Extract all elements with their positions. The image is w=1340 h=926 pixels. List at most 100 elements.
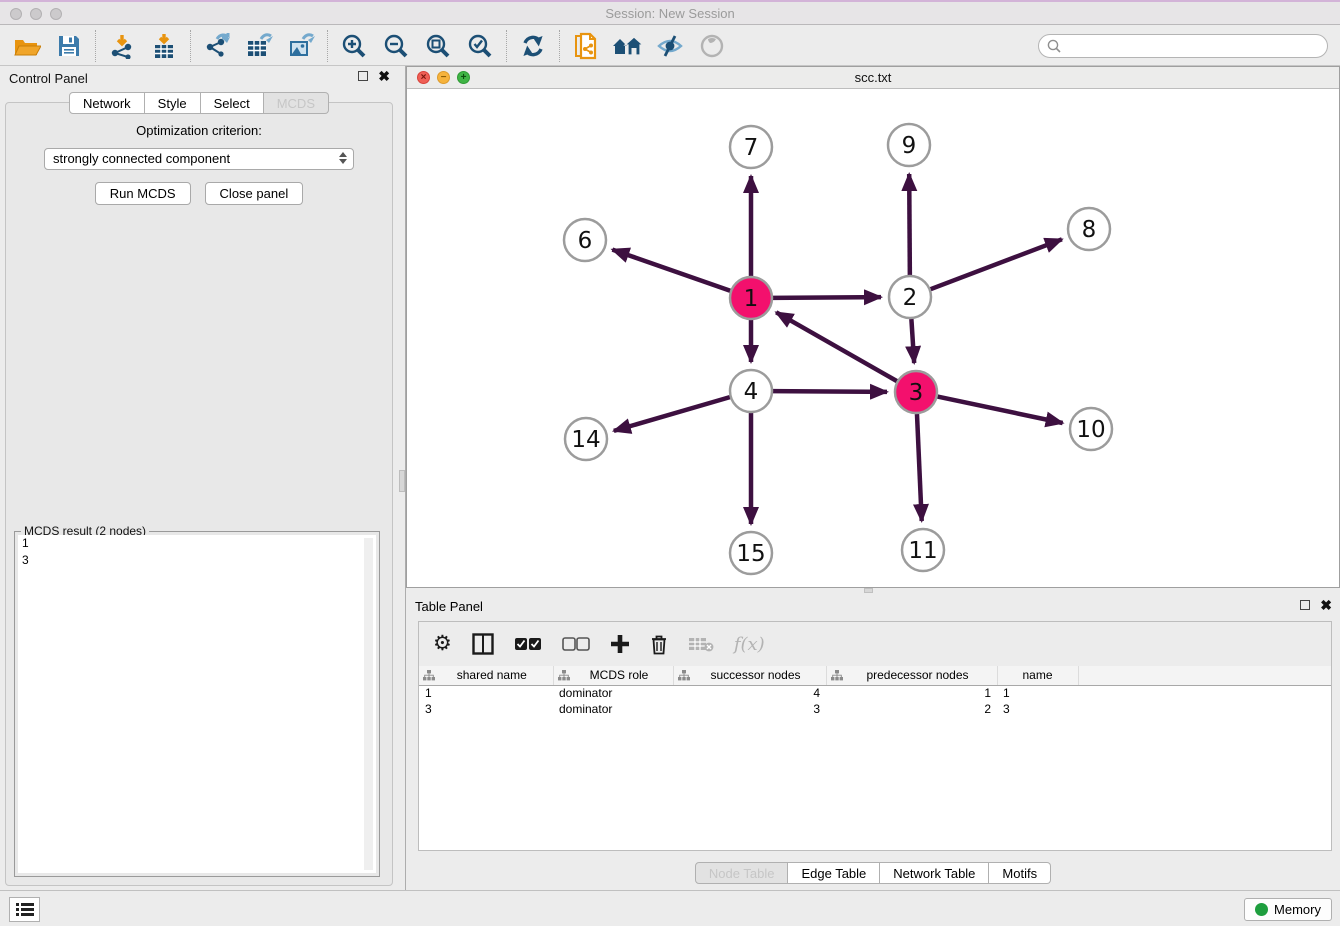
refresh-button[interactable] xyxy=(512,28,554,64)
graph-edge-3-1[interactable] xyxy=(776,312,897,381)
mcds-result-textarea[interactable]: 1 3 xyxy=(18,535,376,873)
graph-edge-2-8[interactable] xyxy=(931,239,1062,289)
checked-boxes-icon xyxy=(514,637,542,651)
graph-node-4[interactable]: 4 xyxy=(730,370,772,412)
tab-mcds[interactable]: MCDS xyxy=(264,92,329,114)
hide-selected-button[interactable] xyxy=(649,28,691,64)
task-history-button[interactable] xyxy=(9,897,40,922)
column-header-mcds-role[interactable]: MCDS role xyxy=(553,666,673,685)
graph-edge-1-2[interactable] xyxy=(773,297,881,298)
graph-node-10[interactable]: 10 xyxy=(1070,408,1112,450)
cell-name[interactable]: 1 xyxy=(997,685,1078,701)
float-panel-icon[interactable] xyxy=(1300,600,1310,610)
cell-predecessor-nodes[interactable]: 1 xyxy=(826,685,997,701)
run-mcds-button[interactable]: Run MCDS xyxy=(95,182,191,205)
cell-successor-nodes[interactable]: 4 xyxy=(673,685,826,701)
export-image-button[interactable] xyxy=(280,28,322,64)
graph-edge-3-11[interactable] xyxy=(917,414,922,521)
hierarchy-icon xyxy=(558,670,570,681)
delete-column-button[interactable] xyxy=(650,629,668,659)
zoom-selected-button[interactable] xyxy=(459,28,501,64)
graph-node-15[interactable]: 15 xyxy=(730,532,772,574)
open-session-button[interactable] xyxy=(6,28,48,64)
select-all-columns-button[interactable] xyxy=(514,629,542,659)
mcds-result-group: MCDS result (2 nodes) 1 3 xyxy=(14,531,380,877)
splitter-grip[interactable] xyxy=(399,470,405,492)
show-all-button[interactable] xyxy=(691,28,733,64)
graph-edge-2-3[interactable] xyxy=(911,319,914,363)
window-title: Session: New Session xyxy=(0,6,1340,21)
tab-style[interactable]: Style xyxy=(145,92,201,114)
cell-shared-name[interactable]: 3 xyxy=(419,701,553,717)
cell-successor-nodes[interactable]: 3 xyxy=(673,701,826,717)
memory-label: Memory xyxy=(1274,902,1321,917)
float-panel-icon[interactable] xyxy=(358,71,368,81)
column-header-predecessor-nodes[interactable]: predecessor nodes xyxy=(826,666,997,685)
zoom-out-button[interactable] xyxy=(375,28,417,64)
tab-network[interactable]: Network xyxy=(69,92,145,114)
graph-node-1[interactable]: 1 xyxy=(730,277,772,319)
optimization-criterion-select[interactable]: strongly connected component xyxy=(44,148,354,170)
column-header-successor-nodes[interactable]: successor nodes xyxy=(673,666,826,685)
table-settings-button[interactable]: ⚙ xyxy=(433,629,452,659)
network-canvas[interactable]: 7 9 6 8 1 2 4 3 14 10 15 11 xyxy=(407,89,1339,587)
clone-network-button[interactable] xyxy=(565,28,607,64)
graph-node-label: 6 xyxy=(578,228,593,254)
tab-select[interactable]: Select xyxy=(201,92,264,114)
graph-node-6[interactable]: 6 xyxy=(564,219,606,261)
network-view-window: × − + scc.txt 7968124314101511 xyxy=(406,66,1340,588)
search-input[interactable] xyxy=(1038,34,1328,58)
graph-node-7[interactable]: 7 xyxy=(730,126,772,168)
close-panel-icon[interactable]: ✖ xyxy=(378,71,390,81)
zoom-fit-button[interactable] xyxy=(417,28,459,64)
zoom-fit-icon xyxy=(425,33,451,59)
memory-status-icon xyxy=(1255,903,1268,916)
close-panel-button[interactable]: Close panel xyxy=(205,182,304,205)
deselect-all-columns-button[interactable] xyxy=(562,629,590,659)
import-table-button[interactable] xyxy=(143,28,185,64)
table-row[interactable]: 3 dominator 3 2 3 xyxy=(419,701,1331,717)
graph-node-11[interactable]: 11 xyxy=(902,529,944,571)
graph-edge-1-6[interactable] xyxy=(612,250,730,291)
result-scrollbar[interactable] xyxy=(364,538,373,870)
cell-mcds-role[interactable]: dominator xyxy=(553,701,673,717)
eye-slash-icon xyxy=(656,34,684,58)
export-network-button[interactable] xyxy=(196,28,238,64)
graph-edge-4-14[interactable] xyxy=(614,397,730,431)
graph-node-2[interactable]: 2 xyxy=(889,276,931,318)
tab-network-table[interactable]: Network Table xyxy=(880,862,989,884)
graph-node-3[interactable]: 3 xyxy=(895,371,937,413)
column-header-shared-name[interactable]: shared name xyxy=(419,666,553,685)
memory-button[interactable]: Memory xyxy=(1244,898,1332,921)
graph-edge-3-10[interactable] xyxy=(938,397,1063,423)
graph-edge-2-9[interactable] xyxy=(909,174,910,275)
cell-predecessor-nodes[interactable]: 2 xyxy=(826,701,997,717)
import-network-button[interactable] xyxy=(101,28,143,64)
first-neighbors-button[interactable] xyxy=(607,28,649,64)
vertical-splitter[interactable] xyxy=(398,66,406,890)
zoom-in-button[interactable] xyxy=(333,28,375,64)
add-column-button[interactable] xyxy=(610,629,630,659)
table-row[interactable]: 1 dominator 4 1 1 xyxy=(419,685,1331,701)
graph-node-8[interactable]: 8 xyxy=(1068,208,1110,250)
graph-edge-4-3[interactable] xyxy=(773,391,887,392)
cell-mcds-role[interactable]: dominator xyxy=(553,685,673,701)
column-header-name[interactable]: name xyxy=(997,666,1078,685)
houses-icon xyxy=(611,34,645,58)
graph-node-14[interactable]: 14 xyxy=(565,418,607,460)
export-table-button[interactable] xyxy=(238,28,280,64)
cell-shared-name[interactable]: 1 xyxy=(419,685,553,701)
cell-name[interactable]: 3 xyxy=(997,701,1078,717)
control-panel-tabs: Network Style Select MCDS xyxy=(0,92,398,114)
window-titlebar: Session: New Session xyxy=(0,0,1340,25)
eye-icon xyxy=(699,34,725,58)
graph-node-label: 15 xyxy=(736,541,765,567)
tab-node-table[interactable]: Node Table xyxy=(695,862,789,884)
column-layout-button[interactable] xyxy=(472,629,494,659)
tab-motifs[interactable]: Motifs xyxy=(989,862,1051,884)
close-panel-icon[interactable]: ✖ xyxy=(1320,600,1332,610)
save-session-button[interactable] xyxy=(48,28,90,64)
tab-edge-table[interactable]: Edge Table xyxy=(788,862,880,884)
graph-node-9[interactable]: 9 xyxy=(888,124,930,166)
delete-table-icon xyxy=(688,635,714,653)
